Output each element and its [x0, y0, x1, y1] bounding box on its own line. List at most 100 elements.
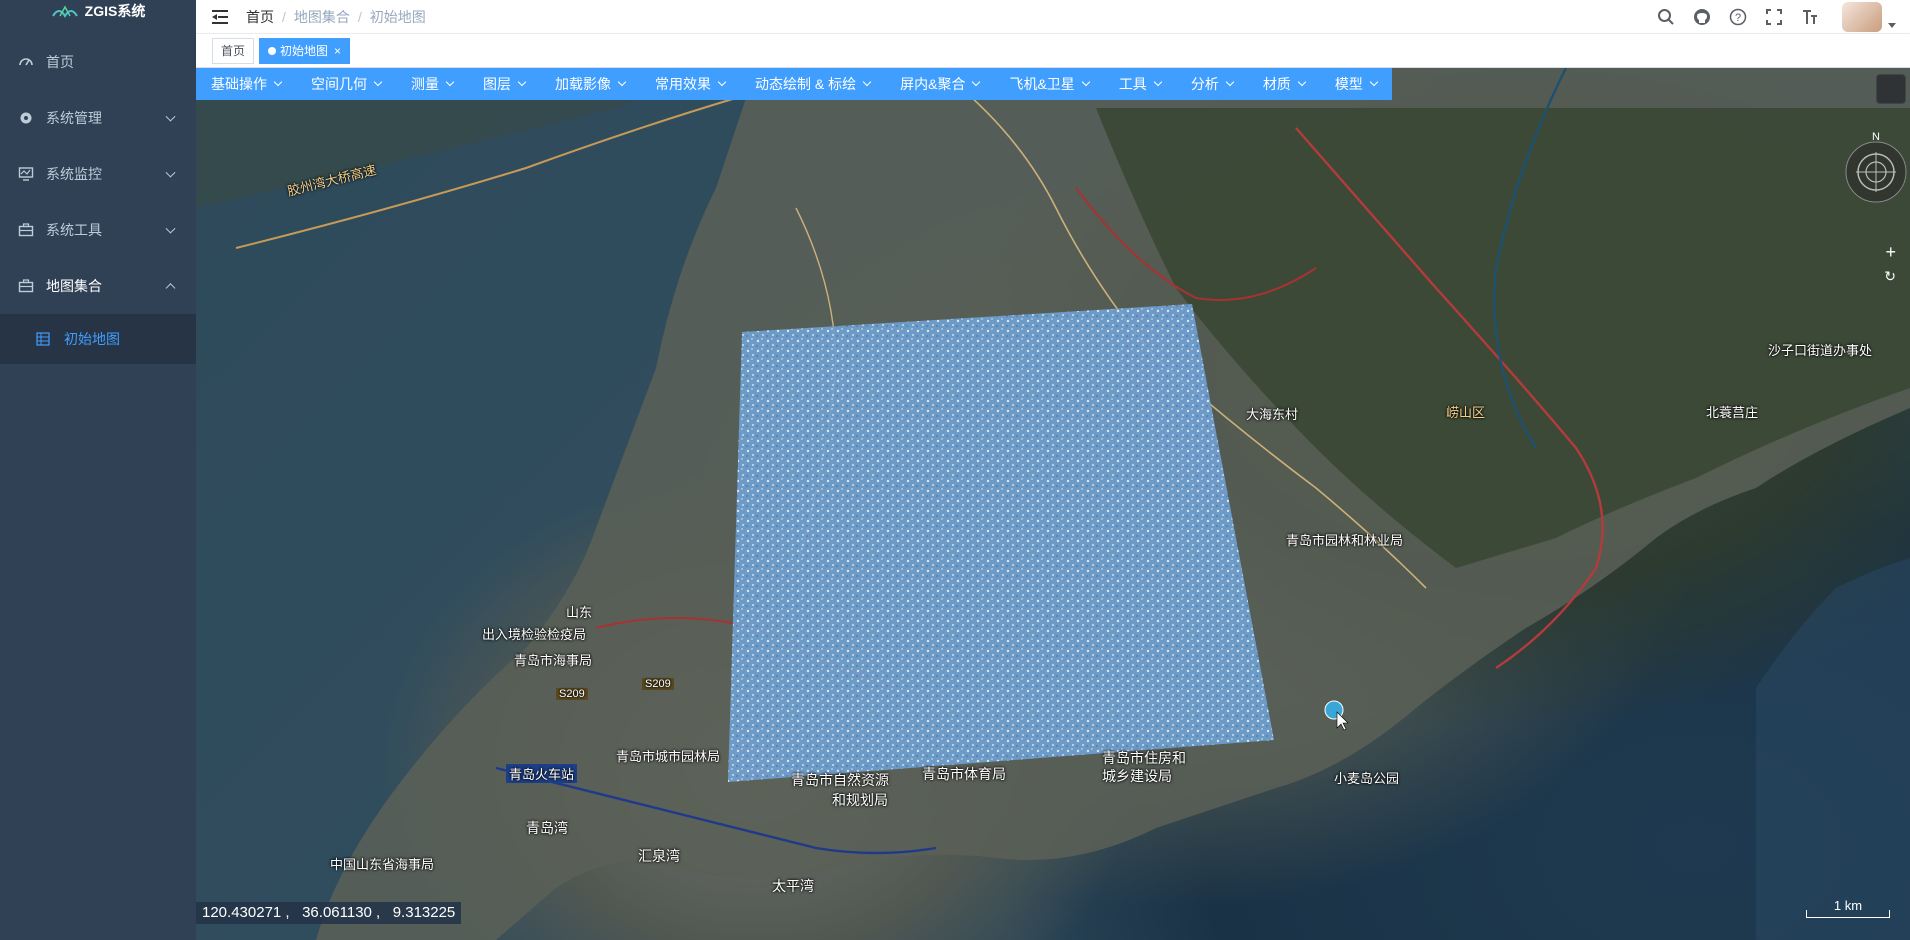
breadcrumb: 首页 / 地图集合 / 初始地图	[246, 7, 426, 27]
map-label: 青岛市城市园林局	[616, 749, 721, 764]
app-logo[interactable]: ZGIS系统	[0, 0, 196, 22]
toolbar-basic-ops-button[interactable]: 基础操作	[196, 68, 296, 100]
breadcrumb-separator: /	[282, 8, 286, 25]
coordinate-readout: 120.430271 , 36.061130 , 9.313225	[196, 902, 462, 924]
monitor-icon	[18, 166, 34, 182]
chevron-down-icon	[1225, 77, 1235, 87]
github-icon[interactable]	[1692, 7, 1712, 27]
breadcrumb-item-initial-map: 初始地图	[369, 8, 426, 25]
map-label: 青岛市园林和林业局	[1286, 533, 1404, 548]
map-label: 和规划局	[832, 792, 888, 808]
tag-label: 首页	[221, 43, 246, 58]
road-shield: S209	[556, 688, 588, 700]
reset-view-icon[interactable]: ↻	[1884, 268, 1896, 285]
scale-line	[1806, 910, 1890, 918]
sidebar-item-system-management[interactable]: 系统管理	[0, 90, 196, 146]
chevron-down-icon	[273, 77, 283, 87]
help-icon[interactable]: ?	[1728, 7, 1748, 27]
tag-label: 初始地图	[280, 43, 329, 58]
svg-text:?: ?	[1735, 12, 1741, 24]
toolbar-material-button[interactable]: 材质	[1247, 68, 1320, 100]
map-label: 太平湾	[772, 878, 814, 894]
navigation-compass[interactable]: N	[1832, 128, 1910, 206]
chevron-down-icon	[1081, 77, 1091, 87]
chevron-down-icon	[1153, 77, 1163, 87]
gear-icon	[18, 110, 34, 126]
close-icon[interactable]: ×	[334, 39, 341, 63]
toolbar-screen-cluster-button[interactable]: 屏内&聚合	[885, 68, 995, 100]
map-label: 青岛市住房和	[1102, 750, 1186, 766]
map-label: 山东	[566, 605, 593, 620]
app-title: ZGIS系统	[84, 3, 146, 19]
map-viewer[interactable]: 胶州湾大桥高速 青岛市园林和林业局 青岛市城市园林局 青岛市自然资源 和规划局 …	[196, 68, 1910, 940]
map-label: 小麦岛公园	[1334, 771, 1400, 786]
map-label: 城乡建设局	[1102, 768, 1172, 784]
svg-text:N: N	[1872, 131, 1880, 143]
chevron-down-icon	[717, 77, 727, 87]
sidebar-item-system-monitor[interactable]: 系统监控	[0, 146, 196, 202]
toolbar-measure-button[interactable]: 测量	[396, 68, 468, 100]
logo-icon	[51, 4, 79, 18]
avatar[interactable]	[1842, 2, 1882, 32]
tag-initial-map[interactable]: 初始地图 ×	[259, 37, 351, 64]
map-settings-button[interactable]	[1876, 74, 1906, 104]
toolbox-icon	[18, 222, 34, 238]
chevron-down-icon	[617, 77, 627, 87]
sidebar-item-label: 地图集合	[46, 278, 102, 294]
sidebar-item-initial-map[interactable]: 初始地图	[0, 314, 196, 364]
toolbar-model-button[interactable]: 模型	[1319, 68, 1392, 100]
breadcrumb-item-map-collection[interactable]: 地图集合	[294, 7, 350, 27]
map-toolbar: 基础操作 空间几何 测量 图层 加载影像 常用效果 动态绘制 & 标绘 屏内&聚…	[196, 68, 1403, 100]
top-navbar: 首页 / 地图集合 / 初始地图 ?	[196, 0, 1910, 34]
toolbar-spatial-geometry-button[interactable]: 空间几何	[296, 68, 396, 100]
sidebar-item-map-collection[interactable]: 地图集合	[0, 258, 196, 314]
grid-icon	[36, 332, 50, 346]
toolbox-icon	[18, 278, 34, 294]
toolbar-dynamic-draw-button[interactable]: 动态绘制 & 标绘	[740, 68, 886, 100]
active-dot-icon	[268, 46, 277, 55]
chevron-down-icon	[165, 111, 176, 122]
sidebar-item-label: 系统工具	[46, 222, 102, 238]
tag-home[interactable]: 首页	[212, 37, 255, 64]
map-label: 中国山东省海事局	[330, 857, 435, 872]
chevron-down-icon	[862, 77, 872, 87]
toolbar-analysis-button[interactable]: 分析	[1175, 68, 1248, 100]
sidebar-item-label: 系统管理	[46, 110, 102, 126]
sidebar-item-label: 首页	[46, 54, 74, 70]
map-label: 北蓑莒庄	[1706, 405, 1759, 420]
road-shield: S209	[642, 678, 674, 690]
sidebar-item-system-tools[interactable]: 系统工具	[0, 202, 196, 258]
toolbar-layers-button[interactable]: 图层	[468, 68, 540, 100]
chevron-down-icon	[972, 77, 981, 87]
map-label: 青岛市自然资源	[791, 772, 889, 788]
map-label: 青岛市海事局	[514, 653, 593, 668]
map-label: 青岛湾	[526, 820, 568, 836]
caret-down-icon[interactable]	[1888, 22, 1896, 28]
breadcrumb-item-home[interactable]: 首页	[246, 7, 274, 27]
font-size-icon[interactable]	[1800, 7, 1820, 27]
fullscreen-icon[interactable]	[1764, 7, 1784, 27]
zoom-in-icon[interactable]: +	[1885, 242, 1896, 263]
chevron-down-icon	[1369, 77, 1379, 87]
map-label: 青岛市体育局	[922, 766, 1006, 782]
chevron-down-icon	[373, 77, 383, 87]
toolbar-common-effects-button[interactable]: 常用效果	[640, 68, 740, 100]
search-icon[interactable]	[1656, 7, 1676, 27]
image-overlay	[728, 304, 1274, 782]
chevron-down-icon	[517, 77, 527, 87]
toolbar-aircraft-satellite-button[interactable]: 飞机&卫星	[994, 68, 1104, 100]
chevron-up-icon	[165, 283, 176, 294]
sidebar: ZGIS系统 首页 系统管理 系统监控 系统工具 地图集合 初始地图	[0, 0, 196, 940]
toolbar-tools-button[interactable]: 工具	[1103, 68, 1176, 100]
tags-view: 首页 初始地图 ×	[196, 34, 1910, 68]
toolbar-load-imagery-button[interactable]: 加载影像	[540, 68, 640, 100]
map-label: 青岛火车站	[506, 764, 578, 783]
sidebar-item-label: 系统监控	[46, 166, 102, 182]
breadcrumb-separator: /	[357, 8, 362, 25]
chevron-down-icon	[1297, 77, 1307, 87]
dashboard-icon	[18, 54, 34, 70]
map-label: 沙子口街道办事处	[1768, 343, 1873, 358]
hamburger-icon[interactable]	[212, 9, 230, 24]
chevron-down-icon	[165, 167, 176, 178]
sidebar-item-home[interactable]: 首页	[0, 34, 196, 90]
